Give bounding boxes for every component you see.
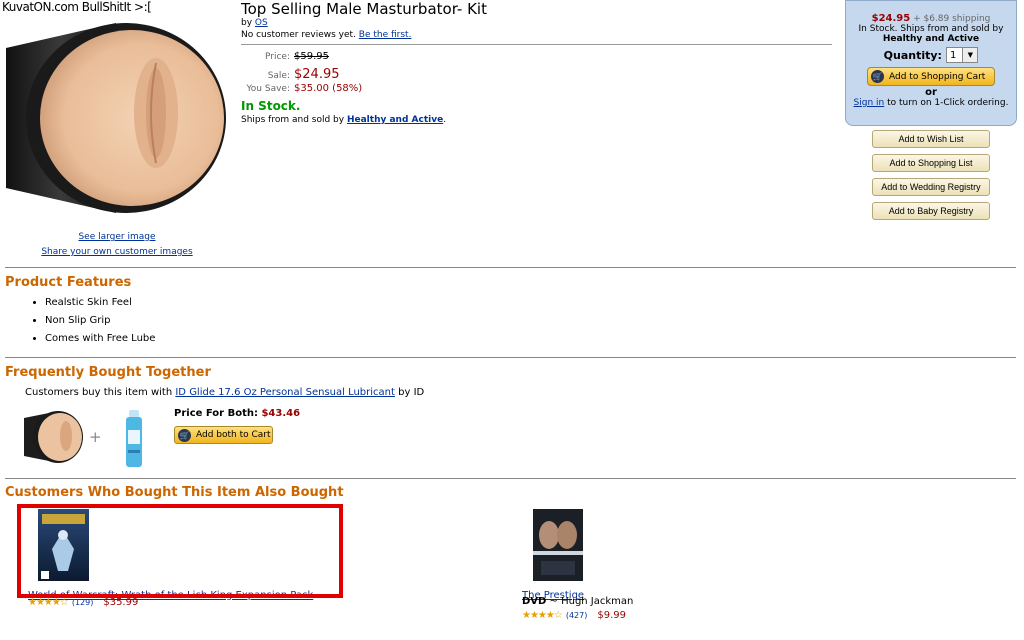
product-image[interactable] xyxy=(6,18,228,218)
lubricant-thumbnail[interactable] xyxy=(123,410,145,468)
item-price: $35.99 xyxy=(103,597,139,608)
stock-status: In Stock. xyxy=(241,99,301,113)
buy-box: $24.95 + $6.89 shipping In Stock. Ships … xyxy=(845,0,1017,126)
sale-label: Sale: xyxy=(267,71,290,81)
see-larger-image-link[interactable]: See larger image xyxy=(78,232,155,242)
feature-item: Realstic Skin Feel xyxy=(45,294,155,312)
share-images-link[interactable]: Share your own customer images xyxy=(41,247,192,257)
price-for-both: Price For Both: $43.46 xyxy=(174,408,300,419)
buybox-seller: Healthy and Active xyxy=(882,34,980,44)
star-rating-icon: ★★★★☆ xyxy=(28,597,69,608)
item-rating-row: ★★★★☆ (427) $9.99 xyxy=(522,610,626,621)
buybox-stock-line: In Stock. Ships from and sold by xyxy=(858,24,1004,34)
section-divider xyxy=(5,357,1016,358)
one-click-line: Sign in to turn on 1-Click ordering. xyxy=(846,98,1016,108)
ships-from-line: Ships from and sold by Healthy and Activ… xyxy=(241,115,447,125)
fbt-item-link[interactable]: ID Glide 17.6 Oz Personal Sensual Lubric… xyxy=(175,387,395,398)
section-divider xyxy=(5,267,1016,268)
product-title: Top Selling Male Masturbator- Kit xyxy=(241,0,487,18)
item-price: $9.99 xyxy=(597,610,626,621)
feature-item: Comes with Free Lube xyxy=(45,330,155,348)
rating-count-link[interactable]: (427) xyxy=(566,611,588,620)
add-to-wedding-registry-button[interactable]: Add to Wedding Registry xyxy=(872,178,990,196)
plus-icon: + xyxy=(89,428,102,446)
prestige-cover-image[interactable] xyxy=(533,509,583,581)
cart-icon: 🛒 xyxy=(178,428,191,442)
fbt-suffix: by ID xyxy=(398,387,425,398)
chevron-down-icon: ▼ xyxy=(962,48,978,62)
highlight-box xyxy=(17,504,343,598)
add-to-cart-button[interactable]: 🛒 Add to Shopping Cart xyxy=(867,67,995,86)
item-format-row: DVD ~ Hugh Jackman xyxy=(522,596,633,607)
price-table: Price: $59.95 Sale: $24.95 You Save: $35… xyxy=(241,51,363,99)
watermark-text: KuvatON.com BullShitIt >:[ xyxy=(2,0,152,14)
fbt-title: Frequently Bought Together xyxy=(5,365,211,380)
star-rating-icon: ★★★★☆ xyxy=(522,610,563,621)
price-for-both-label: Price For Both: xyxy=(174,408,258,419)
byline: by OS xyxy=(241,18,268,28)
buybox-price: $24.95 xyxy=(871,13,911,24)
one-click-text: to turn on 1-Click ordering. xyxy=(887,98,1009,108)
save-value: $35.00 (58%) xyxy=(294,83,363,94)
item-rating-row: ★★★★☆ (129) $35.99 xyxy=(28,597,138,608)
item-artist: ~ Hugh Jackman xyxy=(549,596,634,607)
title-divider xyxy=(241,44,832,45)
price-label: Price: xyxy=(265,52,290,62)
add-to-cart-label: Add to Shopping Cart xyxy=(889,71,986,82)
reviews-line: No customer reviews yet. Be the first. xyxy=(241,30,411,40)
fbt-product-thumbnail[interactable] xyxy=(24,410,84,464)
add-to-wish-list-button[interactable]: Add to Wish List xyxy=(872,130,990,148)
reviews-text: No customer reviews yet. xyxy=(241,30,356,40)
features-list: Realstic Skin Feel Non Slip Grip Comes w… xyxy=(28,294,155,348)
rating-count-link[interactable]: (129) xyxy=(72,598,94,607)
cart-icon: 🛒 xyxy=(871,70,884,83)
quantity-row: Quantity: 1 ▼ xyxy=(846,47,1016,63)
save-label: You Save: xyxy=(246,84,291,94)
sale-price: $24.95 xyxy=(294,67,340,82)
also-bought-title: Customers Who Bought This Item Also Boug… xyxy=(5,485,344,500)
image-links: See larger image Share your own customer… xyxy=(0,230,234,260)
section-divider xyxy=(5,478,1016,479)
by-prefix: by xyxy=(241,18,253,28)
add-to-shopping-list-button[interactable]: Add to Shopping List xyxy=(872,154,990,172)
fbt-prefix: Customers buy this item with xyxy=(25,387,173,398)
ships-prefix: Ships from and sold by xyxy=(241,115,345,125)
quantity-select[interactable]: 1 ▼ xyxy=(945,47,979,63)
buybox-shipping: + $6.89 shipping xyxy=(913,14,991,24)
be-first-link[interactable]: Be the first. xyxy=(359,30,412,40)
sign-in-link[interactable]: Sign in xyxy=(854,98,885,108)
features-title: Product Features xyxy=(5,275,132,290)
add-both-label: Add both to Cart xyxy=(196,430,271,440)
quantity-label: Quantity: xyxy=(883,48,942,62)
seller-link[interactable]: Healthy and Active xyxy=(347,115,443,125)
brand-link[interactable]: OS xyxy=(255,18,268,28)
buybox-price-line: $24.95 + $6.89 shipping xyxy=(846,13,1016,24)
price-for-both-value: $43.46 xyxy=(261,408,301,419)
quantity-value: 1 xyxy=(949,49,957,61)
list-price: $59.95 xyxy=(294,51,329,62)
or-text: or xyxy=(925,87,937,98)
fbt-description: Customers buy this item with ID Glide 17… xyxy=(25,387,424,398)
add-both-to-cart-button[interactable]: 🛒 Add both to Cart xyxy=(174,426,273,444)
add-to-baby-registry-button[interactable]: Add to Baby Registry xyxy=(872,202,990,220)
feature-item: Non Slip Grip xyxy=(45,312,155,330)
item-format: DVD xyxy=(522,596,547,607)
